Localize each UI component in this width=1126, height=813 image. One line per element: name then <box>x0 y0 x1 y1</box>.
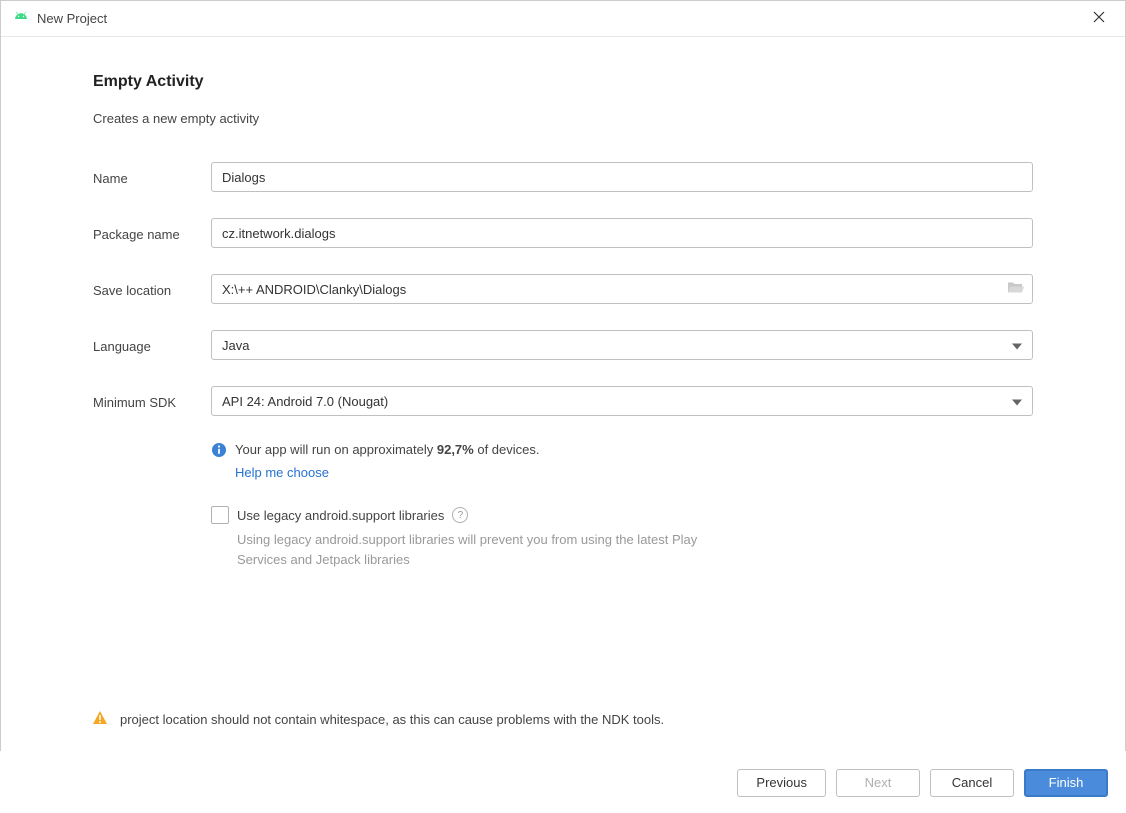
chevron-down-icon <box>1012 338 1022 353</box>
row-sdk: Minimum SDK API 24: Android 7.0 (Nougat) <box>93 386 1033 416</box>
language-select[interactable]: Java <box>211 330 1033 360</box>
row-language: Language Java <box>93 330 1033 360</box>
row-location: Save location <box>93 274 1033 304</box>
page-heading: Empty Activity <box>93 73 1033 91</box>
package-input[interactable] <box>211 218 1033 248</box>
page-subheading: Creates a new empty activity <box>93 111 1033 126</box>
warning-icon <box>92 710 108 729</box>
legacy-checkbox[interactable] <box>211 506 229 524</box>
row-name: Name <box>93 162 1033 192</box>
name-label: Name <box>93 169 211 186</box>
language-label: Language <box>93 337 211 354</box>
folder-icon[interactable] <box>1007 281 1025 298</box>
dialog-footer: Previous Next Cancel Finish <box>0 751 1126 813</box>
titlebar: New Project <box>1 1 1125 37</box>
legacy-block: Use legacy android.support libraries ? U… <box>211 506 1033 569</box>
close-icon[interactable] <box>1085 6 1113 32</box>
location-label: Save location <box>93 281 211 298</box>
sdk-select[interactable]: API 24: Android 7.0 (Nougat) <box>211 386 1033 416</box>
next-button: Next <box>836 769 920 797</box>
name-input[interactable] <box>211 162 1033 192</box>
info-icon <box>211 442 227 461</box>
window-title: New Project <box>37 11 1085 26</box>
legacy-note: Using legacy android.support libraries w… <box>237 530 727 569</box>
dialog-content: Empty Activity Creates a new empty activ… <box>1 37 1125 750</box>
android-icon <box>13 9 29 28</box>
chevron-down-icon <box>1012 394 1022 409</box>
location-input[interactable] <box>211 274 1033 304</box>
help-icon[interactable]: ? <box>452 507 468 523</box>
sdk-info-block: Your app will run on approximately 92,7%… <box>211 442 1033 480</box>
sdk-label: Minimum SDK <box>93 393 211 410</box>
help-me-choose-link[interactable]: Help me choose <box>235 465 1033 480</box>
cancel-button[interactable]: Cancel <box>930 769 1014 797</box>
legacy-checkbox-label[interactable]: Use legacy android.support libraries <box>237 508 444 523</box>
warning-bar: project location should not contain whit… <box>0 696 1126 751</box>
package-label: Package name <box>93 225 211 242</box>
previous-button[interactable]: Previous <box>737 769 826 797</box>
finish-button[interactable]: Finish <box>1024 769 1108 797</box>
row-package: Package name <box>93 218 1033 248</box>
warning-text: project location should not contain whit… <box>120 712 664 727</box>
sdk-value: API 24: Android 7.0 (Nougat) <box>222 394 388 409</box>
language-value: Java <box>222 338 249 353</box>
device-coverage-text: Your app will run on approximately 92,7%… <box>235 442 540 457</box>
